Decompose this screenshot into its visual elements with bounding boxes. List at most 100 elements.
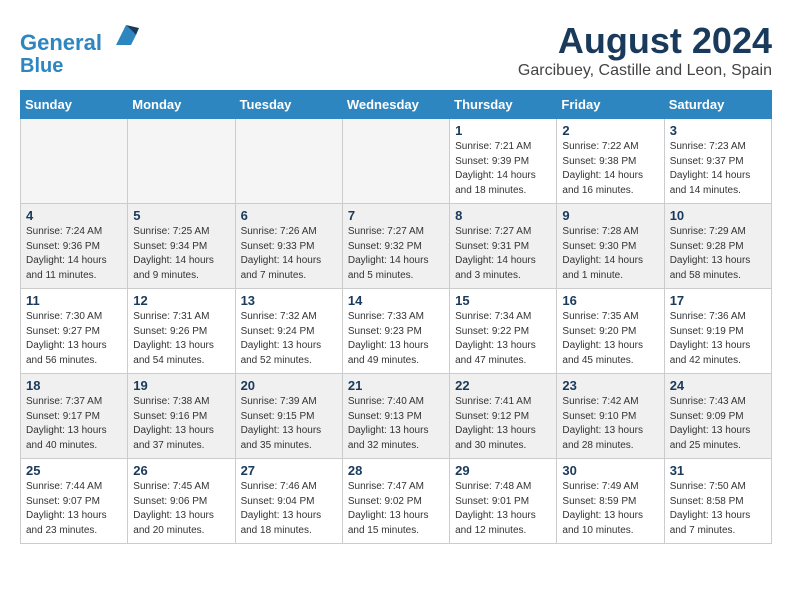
day-number: 6 — [241, 208, 337, 223]
calendar-cell: 24 Sunrise: 7:43 AM Sunset: 9:09 PM Dayli… — [664, 374, 771, 459]
day-info: Sunrise: 7:32 AM Sunset: 9:24 PM Dayligh… — [241, 310, 337, 368]
weekday-header-saturday: Saturday — [664, 91, 771, 119]
calendar-cell — [21, 119, 128, 204]
day-number: 5 — [133, 208, 229, 223]
calendar-cell: 8 Sunrise: 7:27 AM Sunset: 9:31 PM Daylig… — [450, 204, 557, 289]
calendar-cell: 10Sunrise: 7:29 AM Sunset: 9:28 PM Dayli… — [664, 204, 771, 289]
calendar-cell: 5 Sunrise: 7:25 AM Sunset: 9:34 PM Daylig… — [128, 204, 235, 289]
weekday-header-tuesday: Tuesday — [235, 91, 342, 119]
day-info: Sunrise: 7:30 AM Sunset: 9:27 PM Dayligh… — [26, 310, 122, 368]
day-info: Sunrise: 7:49 AM Sunset: 8:59 PM Dayligh… — [562, 480, 658, 538]
calendar-week-row: 4Sunrise: 7:24 AM Sunset: 9:36 PM Daylig… — [21, 204, 772, 289]
calendar-cell: 22 Sunrise: 7:41 AM Sunset: 9:12 PM Dayli… — [450, 374, 557, 459]
weekday-header-row: SundayMondayTuesdayWednesdayThursdayFrid… — [21, 91, 772, 119]
calendar-cell: 19 Sunrise: 7:38 AM Sunset: 9:16 PM Dayli… — [128, 374, 235, 459]
day-info: Sunrise: 7:46 AM Sunset: 9:04 PM Dayligh… — [241, 480, 337, 538]
day-number: 3 — [670, 123, 766, 138]
calendar-cell: 25Sunrise: 7:44 AM Sunset: 9:07 PM Dayli… — [21, 459, 128, 544]
day-number: 19 — [133, 378, 229, 393]
day-info: Sunrise: 7:26 AM Sunset: 9:33 PM Dayligh… — [241, 225, 337, 283]
logo-icon — [111, 20, 141, 50]
page-header: General Blue August 2024 Garcibuey, Cast… — [20, 20, 772, 80]
day-number: 1 — [455, 123, 551, 138]
day-info: Sunrise: 7:38 AM Sunset: 9:16 PM Dayligh… — [133, 395, 229, 453]
calendar-cell: 12Sunrise: 7:31 AM Sunset: 9:26 PM Dayli… — [128, 289, 235, 374]
day-info: Sunrise: 7:45 AM Sunset: 9:06 PM Dayligh… — [133, 480, 229, 538]
calendar-week-row: 25Sunrise: 7:44 AM Sunset: 9:07 PM Dayli… — [21, 459, 772, 544]
calendar-cell: 31 Sunrise: 7:50 AM Sunset: 8:58 PM Dayli… — [664, 459, 771, 544]
day-number: 28 — [348, 463, 444, 478]
day-info: Sunrise: 7:29 AM Sunset: 9:28 PM Dayligh… — [670, 225, 766, 283]
weekday-header-thursday: Thursday — [450, 91, 557, 119]
day-info: Sunrise: 7:48 AM Sunset: 9:01 PM Dayligh… — [455, 480, 551, 538]
day-number: 14 — [348, 293, 444, 308]
weekday-header-friday: Friday — [557, 91, 664, 119]
day-number: 20 — [241, 378, 337, 393]
calendar-cell: 4Sunrise: 7:24 AM Sunset: 9:36 PM Daylig… — [21, 204, 128, 289]
day-info: Sunrise: 7:43 AM Sunset: 9:09 PM Dayligh… — [670, 395, 766, 453]
day-number: 24 — [670, 378, 766, 393]
calendar-cell: 14 Sunrise: 7:33 AM Sunset: 9:23 PM Dayli… — [342, 289, 449, 374]
day-number: 22 — [455, 378, 551, 393]
day-info: Sunrise: 7:39 AM Sunset: 9:15 PM Dayligh… — [241, 395, 337, 453]
day-info: Sunrise: 7:47 AM Sunset: 9:02 PM Dayligh… — [348, 480, 444, 538]
day-info: Sunrise: 7:36 AM Sunset: 9:19 PM Dayligh… — [670, 310, 766, 368]
calendar-cell: 23Sunrise: 7:42 AM Sunset: 9:10 PM Dayli… — [557, 374, 664, 459]
calendar-week-row: 11 Sunrise: 7:30 AM Sunset: 9:27 PM Dayli… — [21, 289, 772, 374]
day-info: Sunrise: 7:41 AM Sunset: 9:12 PM Dayligh… — [455, 395, 551, 453]
day-info: Sunrise: 7:21 AM Sunset: 9:39 PM Dayligh… — [455, 140, 551, 198]
day-number: 18 — [26, 378, 122, 393]
day-info: Sunrise: 7:27 AM Sunset: 9:32 PM Dayligh… — [348, 225, 444, 283]
calendar-cell: 15Sunrise: 7:34 AM Sunset: 9:22 PM Dayli… — [450, 289, 557, 374]
calendar-cell: 27Sunrise: 7:46 AM Sunset: 9:04 PM Dayli… — [235, 459, 342, 544]
calendar-cell: 16 Sunrise: 7:35 AM Sunset: 9:20 PM Dayli… — [557, 289, 664, 374]
weekday-header-wednesday: Wednesday — [342, 91, 449, 119]
calendar-cell: 2Sunrise: 7:22 AM Sunset: 9:38 PM Daylig… — [557, 119, 664, 204]
weekday-header-monday: Monday — [128, 91, 235, 119]
day-info: Sunrise: 7:35 AM Sunset: 9:20 PM Dayligh… — [562, 310, 658, 368]
location-title: Garcibuey, Castille and Leon, Spain — [518, 62, 772, 80]
day-number: 16 — [562, 293, 658, 308]
month-title: August 2024 — [518, 20, 772, 62]
day-info: Sunrise: 7:27 AM Sunset: 9:31 PM Dayligh… — [455, 225, 551, 283]
calendar-cell: 3 Sunrise: 7:23 AM Sunset: 9:37 PM Daylig… — [664, 119, 771, 204]
day-number: 9 — [562, 208, 658, 223]
calendar-cell: 13 Sunrise: 7:32 AM Sunset: 9:24 PM Dayli… — [235, 289, 342, 374]
day-info: Sunrise: 7:31 AM Sunset: 9:26 PM Dayligh… — [133, 310, 229, 368]
day-number: 2 — [562, 123, 658, 138]
day-number: 29 — [455, 463, 551, 478]
day-number: 21 — [348, 378, 444, 393]
day-number: 8 — [455, 208, 551, 223]
day-info: Sunrise: 7:28 AM Sunset: 9:30 PM Dayligh… — [562, 225, 658, 283]
calendar-cell: 7 Sunrise: 7:27 AM Sunset: 9:32 PM Daylig… — [342, 204, 449, 289]
day-info: Sunrise: 7:40 AM Sunset: 9:13 PM Dayligh… — [348, 395, 444, 453]
calendar-cell: 30 Sunrise: 7:49 AM Sunset: 8:59 PM Dayli… — [557, 459, 664, 544]
calendar-cell — [235, 119, 342, 204]
calendar-cell: 6 Sunrise: 7:26 AM Sunset: 9:33 PM Daylig… — [235, 204, 342, 289]
calendar-cell: 17 Sunrise: 7:36 AM Sunset: 9:19 PM Dayli… — [664, 289, 771, 374]
calendar-table: SundayMondayTuesdayWednesdayThursdayFrid… — [20, 90, 772, 544]
logo: General Blue — [20, 20, 141, 77]
day-info: Sunrise: 7:37 AM Sunset: 9:17 PM Dayligh… — [26, 395, 122, 453]
logo-text: General — [20, 20, 141, 55]
day-number: 7 — [348, 208, 444, 223]
calendar-cell: 1 Sunrise: 7:21 AM Sunset: 9:39 PM Daylig… — [450, 119, 557, 204]
calendar-cell: 21 Sunrise: 7:40 AM Sunset: 9:13 PM Dayli… — [342, 374, 449, 459]
calendar-cell: 18 Sunrise: 7:37 AM Sunset: 9:17 PM Dayli… — [21, 374, 128, 459]
day-info: Sunrise: 7:23 AM Sunset: 9:37 PM Dayligh… — [670, 140, 766, 198]
calendar-week-row: 18 Sunrise: 7:37 AM Sunset: 9:17 PM Dayli… — [21, 374, 772, 459]
day-number: 17 — [670, 293, 766, 308]
day-info: Sunrise: 7:50 AM Sunset: 8:58 PM Dayligh… — [670, 480, 766, 538]
day-number: 31 — [670, 463, 766, 478]
logo-blue: Blue — [20, 55, 141, 77]
day-info: Sunrise: 7:42 AM Sunset: 9:10 PM Dayligh… — [562, 395, 658, 453]
day-number: 30 — [562, 463, 658, 478]
calendar-cell: 9 Sunrise: 7:28 AM Sunset: 9:30 PM Daylig… — [557, 204, 664, 289]
day-info: Sunrise: 7:25 AM Sunset: 9:34 PM Dayligh… — [133, 225, 229, 283]
calendar-cell — [128, 119, 235, 204]
day-number: 15 — [455, 293, 551, 308]
day-number: 11 — [26, 293, 122, 308]
day-info: Sunrise: 7:33 AM Sunset: 9:23 PM Dayligh… — [348, 310, 444, 368]
day-number: 25 — [26, 463, 122, 478]
day-number: 13 — [241, 293, 337, 308]
